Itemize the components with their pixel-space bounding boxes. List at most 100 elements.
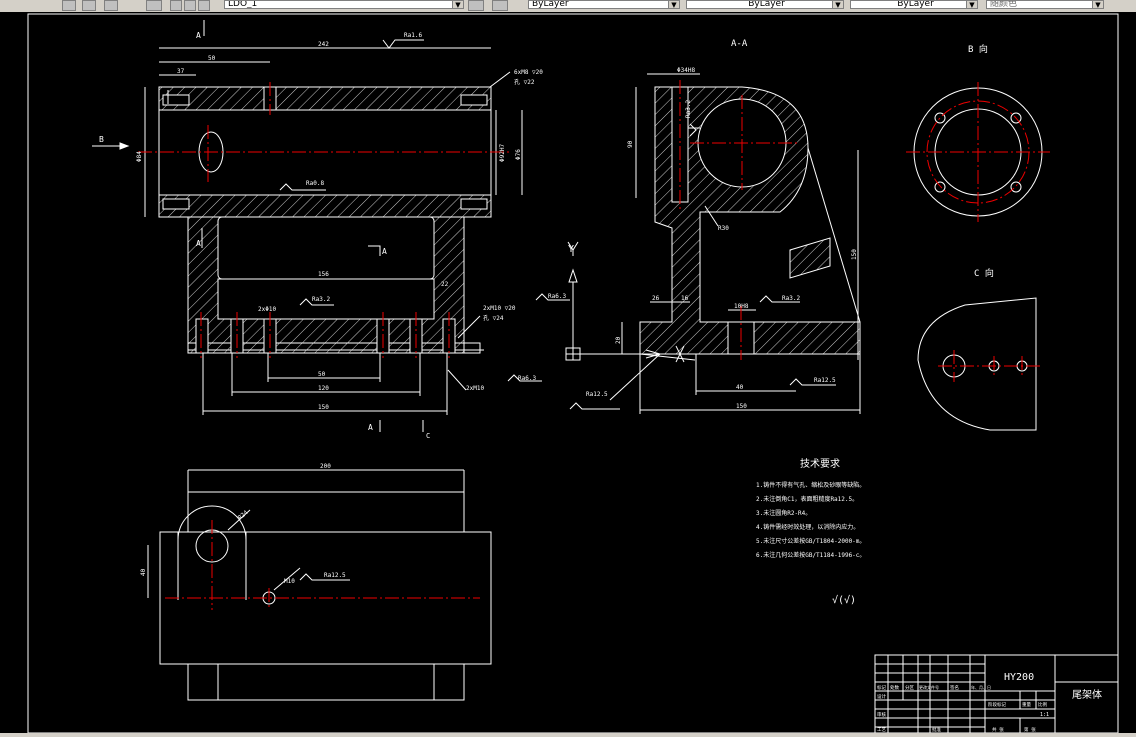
hole-callout: 2xM10 ▽20 [483, 305, 516, 312]
dim-text: 22 [441, 281, 449, 288]
tech-req-item: 1.铸件不得有气孔、缩松及砂眼等缺陷。 [756, 481, 865, 489]
title-row-label: 标记 [877, 684, 886, 691]
dim-text: 242 [318, 41, 329, 48]
tech-req-item: 2.未注倒角C1，表面粗糙度Ra12.5。 [756, 495, 858, 503]
section-mark-a: A [382, 247, 387, 256]
top-centerlines [165, 520, 480, 610]
title-stage-label: 比例 [1038, 701, 1047, 708]
make-current-icon[interactable] [468, 0, 484, 11]
plotstyle-value: 随颜色 [990, 0, 1018, 9]
linetype-value: ByLayer [748, 0, 785, 9]
dim-text: 50 [318, 371, 326, 378]
dim-text: 16 [681, 295, 689, 302]
title-row-label: 处数 [890, 684, 899, 691]
roughness-text: Ra3.2 [685, 100, 692, 118]
section-mark-a: A [196, 239, 201, 248]
dim-text: 120 [318, 385, 329, 392]
chevron-down-icon[interactable]: ▼ [1092, 1, 1103, 8]
title-scale: 1:1 [1040, 712, 1049, 718]
title-row-label: 年、月、日 [971, 684, 991, 690]
chevron-down-icon[interactable]: ▼ [452, 1, 463, 8]
title-part-name: 尾架体 [1072, 689, 1102, 701]
title-left-label: 工艺 [877, 727, 886, 733]
dim-text: 37 [177, 68, 185, 75]
title-row-label: 签名 [950, 684, 959, 691]
dim-text: 150 [736, 403, 747, 410]
sun-icon[interactable] [184, 0, 196, 11]
layer-combo[interactable]: LDO_1 ▼ [224, 0, 464, 9]
cad-drawing[interactable]: A A A A B C Y 242 50 37 156 22 50 120 15… [0, 12, 1136, 734]
section-mark-a: A [196, 31, 201, 40]
title-bottom-label: 共 张 [992, 726, 1004, 733]
layer-previous-icon[interactable] [104, 0, 118, 11]
tech-req-item: 4.铸件需经时效处理，以消除内应力。 [756, 523, 859, 531]
roughness-text: Ra12.5 [324, 572, 346, 579]
dim-text: 150 [851, 249, 858, 260]
hole-callout: 2xM10 [466, 385, 484, 392]
plotstyle-combo[interactable]: 随颜色 ▼ [986, 0, 1104, 9]
chevron-down-icon[interactable]: ▼ [832, 1, 843, 8]
title-model: HY200 [1004, 672, 1034, 683]
dim-text: 10H8 [734, 303, 749, 310]
layer-manager-icon[interactable] [82, 0, 96, 11]
tech-req-item: 5.未注尺寸公差按GB/T1804-2000-m。 [756, 537, 865, 545]
general-roughness: √(√) [832, 594, 856, 606]
arrow-label-c: C [426, 432, 430, 440]
dim-text: 40 [140, 568, 147, 576]
tech-req-title: 技术要求 [800, 457, 840, 470]
view-title-aa: A-A [731, 39, 748, 49]
hole-callout: 6xM8 ▽20 [514, 69, 543, 76]
color-combo[interactable]: ByLayer ▼ [528, 0, 680, 9]
top-view [147, 469, 492, 701]
arrow-label-b: B [99, 135, 104, 144]
chevron-down-icon[interactable]: ▼ [668, 1, 679, 8]
layers-icon[interactable] [146, 0, 162, 11]
roughness-text: Ra6.3 [548, 293, 566, 300]
roughness-text: Ra12.5 [814, 377, 836, 384]
dim-text: 50 [208, 55, 216, 62]
title-row-label: 分区 [905, 684, 914, 691]
dim-text: 90 [627, 140, 634, 148]
axis-label-y: Y [568, 244, 574, 255]
dim-text: Φ34H8 [677, 67, 695, 74]
hole-callout: 孔 ▽24 [483, 314, 504, 322]
view-b-centerlines [906, 82, 1050, 222]
title-bottom-label: 第 张 [1024, 726, 1036, 733]
dim-text: R30 [718, 225, 729, 232]
title-stage-label: 阶段标记 [988, 701, 1006, 708]
lineweight-combo[interactable]: ByLayer ▼ [850, 0, 978, 9]
title-left-label: 审核 [877, 711, 886, 718]
roughness-text: Ra12.5 [586, 391, 608, 398]
section-mark-a: A [368, 423, 373, 432]
dim-text: Φ92H7 [499, 144, 506, 162]
chevron-down-icon[interactable]: ▼ [966, 1, 977, 8]
tech-req-item: 3.未注圆角R2-R4。 [756, 509, 811, 517]
title-left-label: 设计 [877, 693, 886, 700]
tech-req-item: 6.未注几何公差按GB/T1184-1996-c。 [756, 551, 865, 559]
dim-text: 156 [318, 271, 329, 278]
hole-callout: 孔 ▽22 [514, 78, 535, 86]
dim-text: 200 [320, 463, 331, 470]
dim-text: Φ76 [515, 149, 522, 160]
view-c [917, 297, 1037, 431]
lock-icon[interactable] [198, 0, 210, 11]
drawing-canvas[interactable]: A A A A B C Y 242 50 37 156 22 50 120 15… [0, 12, 1136, 734]
bulb-icon[interactable] [170, 0, 182, 11]
dim-text: 40 [736, 384, 744, 391]
title-stage-label: 重量 [1022, 701, 1031, 708]
toolbar-button[interactable] [62, 0, 76, 11]
title-bottom-label: 批准 [932, 726, 941, 733]
dim-text: 20 [615, 336, 622, 344]
lineweight-value: ByLayer [897, 0, 934, 9]
roughness-text: Ra1.6 [404, 32, 422, 39]
layer-state-icon[interactable] [492, 0, 508, 11]
roughness-text: Ra0.8 [306, 180, 324, 187]
color-value: ByLayer [532, 0, 569, 9]
section-aa-view [569, 73, 861, 414]
dim-text: 26 [652, 295, 660, 302]
title-row-label: 更改文件号 [919, 684, 939, 690]
ucs-icon [565, 241, 640, 361]
layer-name: LDO_1 [228, 0, 258, 9]
dim-text: R24 [237, 509, 250, 522]
linetype-combo[interactable]: ByLayer ▼ [686, 0, 844, 9]
